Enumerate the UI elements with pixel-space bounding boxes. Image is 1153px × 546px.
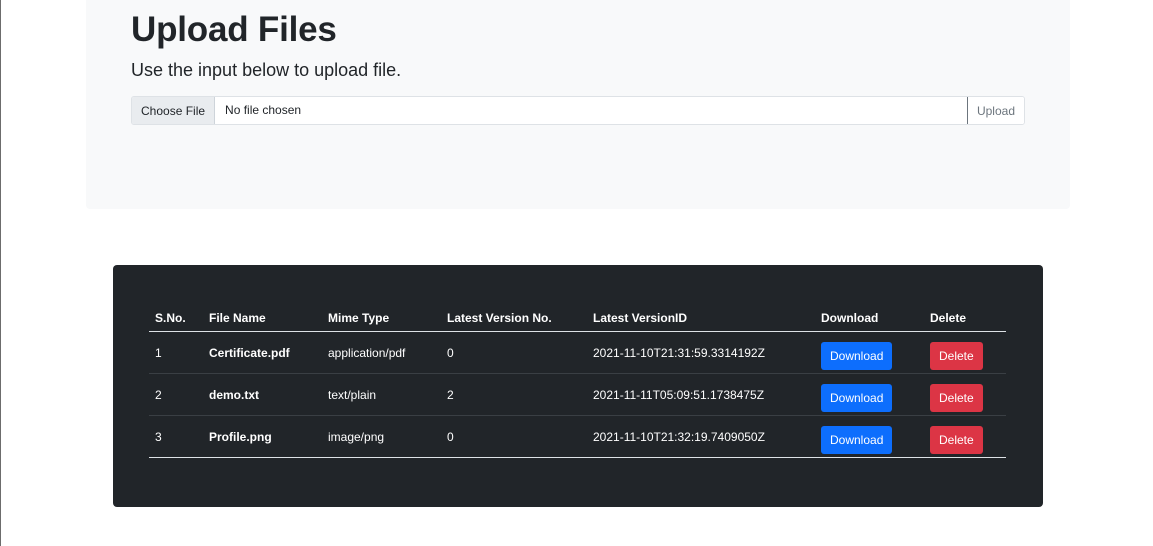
delete-button[interactable]: Delete [930, 383, 983, 412]
file-upload-group: Choose File No file chosen Upload [131, 96, 1025, 125]
cell-download: Download [815, 415, 924, 458]
table-header-row: S.No. File Name Mime Type Latest Version… [149, 305, 1006, 332]
cell-sno: 3 [149, 415, 203, 458]
header-latest-version-no: Latest Version No. [441, 305, 587, 332]
cell-download: Download [815, 331, 924, 374]
cell-mime-type: image/png [322, 415, 441, 458]
cell-delete: Delete [924, 331, 1006, 374]
page-subtitle: Use the input below to upload file. [131, 60, 402, 80]
cell-delete: Delete [924, 373, 1006, 416]
file-status-text: No file chosen [225, 103, 302, 117]
header-file-name: File Name [203, 305, 322, 332]
table-row: 2 demo.txt text/plain 2 2021-11-11T05:09… [149, 373, 1006, 416]
cell-version-id: 2021-11-10T21:32:19.7409050Z [587, 415, 815, 458]
page-title: Upload Files [131, 10, 337, 49]
cell-file-name: Profile.png [203, 415, 322, 458]
upload-button[interactable]: Upload [966, 97, 1024, 124]
download-button[interactable]: Download [821, 383, 893, 412]
cell-sno: 2 [149, 373, 203, 416]
cell-version-no: 2 [441, 373, 587, 416]
cell-version-no: 0 [441, 415, 587, 458]
cell-version-id: 2021-11-11T05:09:51.1738475Z [587, 373, 815, 416]
cell-download: Download [815, 373, 924, 416]
window-border [0, 0, 1, 546]
table-row: 1 Certificate.pdf application/pdf 0 2021… [149, 331, 1006, 374]
download-button[interactable]: Download [821, 425, 893, 454]
header-latest-version-id: Latest VersionID [587, 305, 815, 332]
cell-file-name: Certificate.pdf [203, 331, 322, 374]
cell-version-no: 0 [441, 331, 587, 374]
upload-panel: Upload Files Use the input below to uplo… [86, 0, 1070, 209]
cell-mime-type: text/plain [322, 373, 441, 416]
files-table: S.No. File Name Mime Type Latest Version… [149, 305, 1006, 458]
download-button[interactable]: Download [821, 341, 893, 370]
header-delete: Delete [924, 305, 1006, 332]
cell-mime-type: application/pdf [322, 331, 441, 374]
files-table-card: S.No. File Name Mime Type Latest Version… [113, 265, 1043, 507]
delete-button[interactable]: Delete [930, 341, 983, 370]
delete-button[interactable]: Delete [930, 425, 983, 454]
cell-version-id: 2021-11-10T21:31:59.3314192Z [587, 331, 815, 374]
header-download: Download [815, 305, 924, 332]
choose-file-button[interactable]: Choose File [132, 97, 216, 124]
table-row: 3 Profile.png image/png 0 2021-11-10T21:… [149, 415, 1006, 458]
header-mime-type: Mime Type [322, 305, 441, 332]
header-sno: S.No. [149, 305, 203, 332]
cell-sno: 1 [149, 331, 203, 374]
cell-delete: Delete [924, 415, 1006, 458]
cell-file-name: demo.txt [203, 373, 322, 416]
